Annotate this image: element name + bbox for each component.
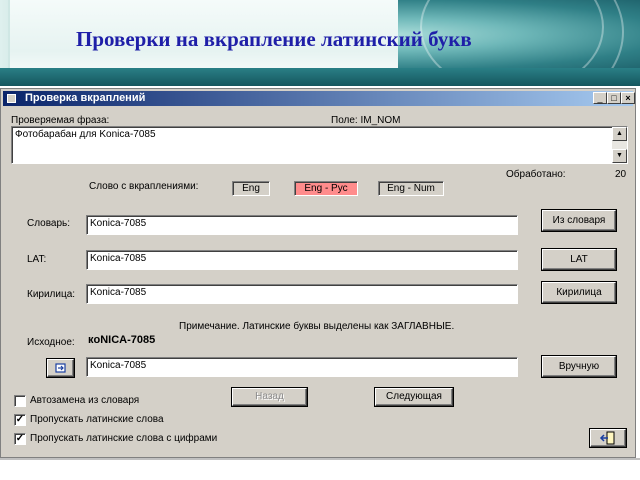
back-button[interactable]: Назад	[232, 388, 307, 406]
source-label: Исходное:	[27, 337, 75, 348]
scroll-up-icon[interactable]: ▲	[612, 127, 627, 141]
skip-latin-checkbox[interactable]: ✓	[14, 414, 26, 426]
word-inclusions-label: Слово с вкраплениями:	[89, 181, 199, 192]
manual-button[interactable]: Вручную	[542, 356, 616, 377]
close-button[interactable]: ×	[621, 92, 635, 104]
lat-button[interactable]: LAT	[542, 249, 616, 270]
manual-field[interactable]: Konica-7085	[86, 357, 518, 377]
field-name-label: Поле: IM_NOM	[331, 115, 401, 126]
maximize-button[interactable]: □	[607, 92, 621, 104]
tag-eng-rus: Eng - Рус	[294, 181, 358, 196]
lat-label: LAT:	[27, 254, 47, 265]
exit-door-icon	[599, 431, 615, 445]
skip-latin-digits-checkbox[interactable]: ✓	[14, 433, 26, 445]
lat-field[interactable]: Konica-7085	[86, 250, 518, 270]
note-text: Примечание. Латинские буквы выделены как…	[179, 321, 455, 332]
check-inclusions-window: Проверка вкраплений _ □ × Проверяемая фр…	[0, 88, 636, 458]
cyrillic-label: Кирилица:	[27, 289, 76, 300]
next-button[interactable]: Следующая	[375, 388, 453, 406]
cycle-button[interactable]	[47, 359, 74, 377]
processed-count: 20	[615, 169, 627, 180]
tag-eng: Eng	[232, 181, 270, 196]
autoreplace-label: Автозамена из словаря	[30, 395, 140, 406]
slide-title: Проверки на вкрапление латинский букв	[76, 27, 472, 51]
source-value: кoNICA-7085	[88, 334, 156, 346]
cycle-icon	[54, 363, 66, 373]
autoreplace-checkbox[interactable]	[14, 395, 26, 407]
cyrillic-field[interactable]: Konica-7085	[86, 284, 518, 304]
exit-button[interactable]	[590, 429, 626, 447]
window-title: Проверка вкраплений	[25, 92, 146, 104]
dictionary-field[interactable]: Konica-7085	[86, 215, 518, 235]
phrase-label: Проверяемая фраза:	[11, 115, 110, 126]
slide-bottom-line	[0, 458, 640, 460]
tag-eng-num: Eng - Num	[378, 181, 444, 196]
banner-band	[0, 68, 640, 86]
skip-latin-digits-label: Пропускать латинские слова с цифрами	[30, 433, 218, 444]
app-icon	[7, 94, 16, 103]
window-titlebar: Проверка вкраплений _ □ ×	[3, 91, 635, 106]
skip-latin-label: Пропускать латинские слова	[30, 414, 164, 425]
from-dictionary-button[interactable]: Из словаря	[542, 210, 616, 231]
dictionary-label: Словарь:	[27, 218, 71, 229]
phrase-textarea[interactable]: Фотобарабан для Konica-7085	[11, 126, 628, 164]
minimize-button[interactable]: _	[593, 92, 607, 104]
processed-label: Обработано:	[506, 169, 566, 180]
phrase-scrollbar[interactable]: ▲ ▼	[612, 127, 627, 163]
scroll-down-icon[interactable]: ▼	[612, 149, 627, 163]
cyrillic-button[interactable]: Кирилица	[542, 282, 616, 303]
